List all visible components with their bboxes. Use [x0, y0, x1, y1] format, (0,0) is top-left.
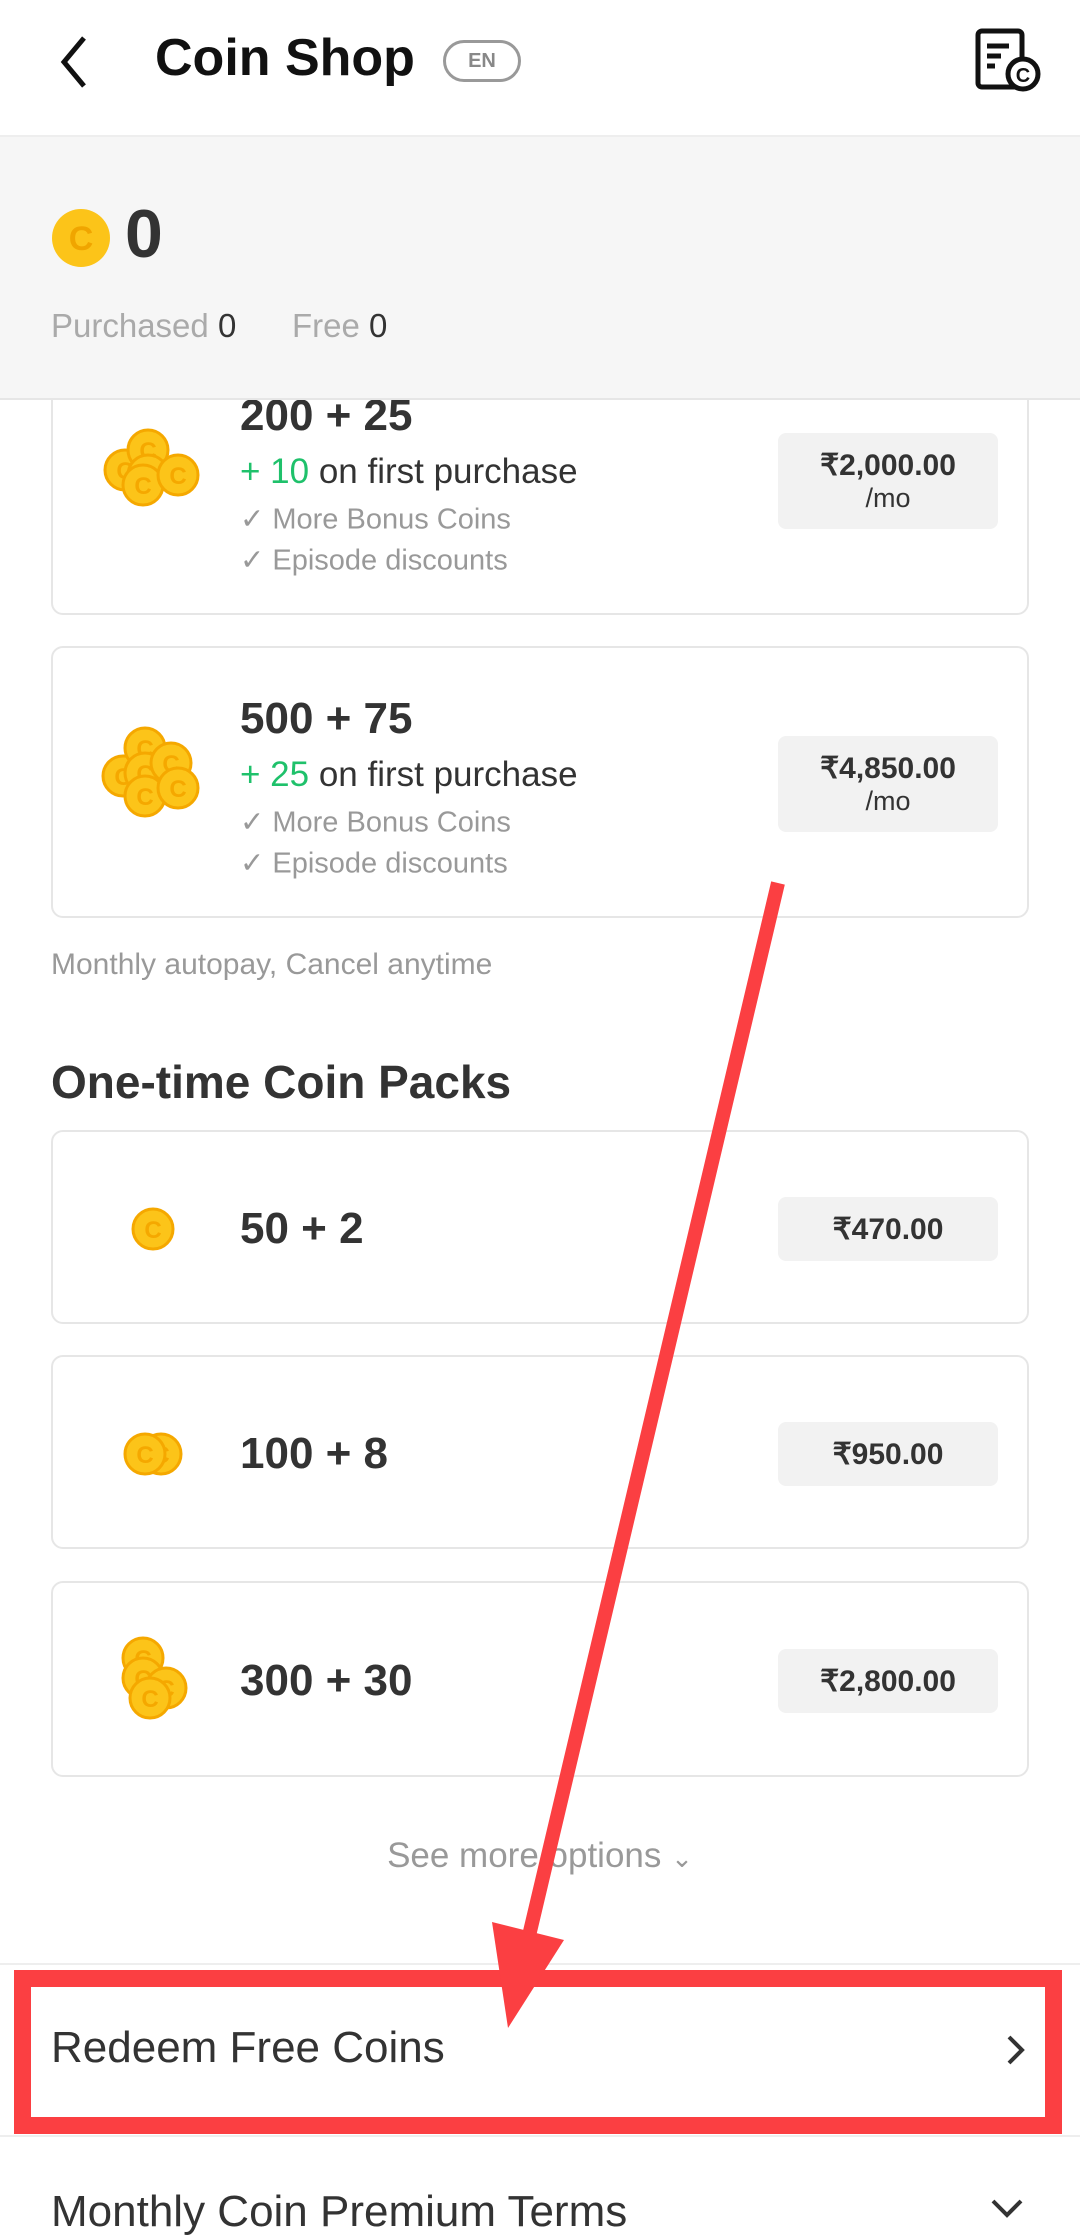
coin-pack-card[interactable]: 100 + 8 ₹950.00 — [51, 1355, 1029, 1549]
coin-stack-icon — [101, 726, 200, 818]
perk: ✓ Episode discounts — [240, 847, 508, 880]
coins-icon — [123, 1432, 183, 1476]
section-heading: One-time Coin Packs — [51, 1056, 512, 1108]
pack-title: 50 + 2 — [240, 1204, 364, 1253]
premium-terms-row[interactable]: Monthly Coin Premium Terms — [0, 2137, 1080, 2237]
coin-receipt-icon[interactable]: C — [975, 28, 1041, 92]
pack-title: 100 + 8 — [240, 1429, 389, 1478]
coin-pack-card[interactable]: 300 + 30 ₹2,800.00 — [51, 1581, 1029, 1777]
subscription-card[interactable]: 500 + 75 + 25 on first purchase ✓ More B… — [51, 646, 1029, 918]
terms-label: Monthly Coin Premium Terms — [51, 2187, 628, 2236]
price-button[interactable]: ₹470.00 — [778, 1197, 998, 1261]
coin-icon: C — [52, 209, 110, 267]
pack-title: 300 + 30 — [240, 1656, 413, 1705]
perk: ✓ Episode discounts — [240, 544, 508, 577]
redeem-free-coins-row[interactable]: Redeem Free Coins — [0, 1965, 1080, 2133]
language-badge[interactable]: EN — [443, 40, 521, 82]
first-purchase-bonus: + 10 on first purchase — [240, 452, 578, 491]
top-bar: Coin Shop EN C — [0, 0, 1080, 135]
perk: ✓ More Bonus Coins — [240, 806, 511, 839]
price-button[interactable]: ₹2,800.00 — [778, 1649, 998, 1713]
autopay-note: Monthly autopay, Cancel anytime — [51, 948, 493, 981]
balance-panel: C 0 Purchased 0 Free 0 — [0, 135, 1080, 400]
coin-pack-card[interactable]: 50 + 2 ₹470.00 — [51, 1130, 1029, 1324]
coin-icon — [131, 1207, 175, 1251]
page-title: Coin Shop — [155, 29, 415, 87]
purchased-balance: Purchased 0 — [51, 307, 237, 344]
price-button[interactable]: ₹950.00 — [778, 1422, 998, 1486]
price-button[interactable]: ₹4,850.00/mo — [778, 736, 998, 832]
price-button[interactable]: ₹2,000.00/mo — [778, 433, 998, 529]
coin-stack-icon — [103, 428, 200, 507]
chevron-right-icon — [1007, 2035, 1025, 2065]
coin-stack-icon — [121, 1636, 188, 1720]
redeem-label: Redeem Free Coins — [51, 2023, 445, 2072]
first-purchase-bonus: + 25 on first purchase — [240, 755, 578, 794]
chevron-down-icon — [991, 2199, 1023, 2218]
pack-title: 500 + 75 — [240, 694, 413, 743]
coin-balance: 0 — [125, 196, 163, 272]
chevron-left-icon[interactable] — [52, 32, 102, 92]
svg-text:C: C — [69, 220, 94, 258]
see-more-options-button[interactable]: See more options ⌄ — [0, 1836, 1080, 1876]
svg-text:C: C — [1016, 65, 1030, 87]
free-balance: Free 0 — [292, 307, 388, 344]
chevron-down-icon: ⌄ — [671, 1843, 693, 1873]
perk: ✓ More Bonus Coins — [240, 503, 511, 536]
